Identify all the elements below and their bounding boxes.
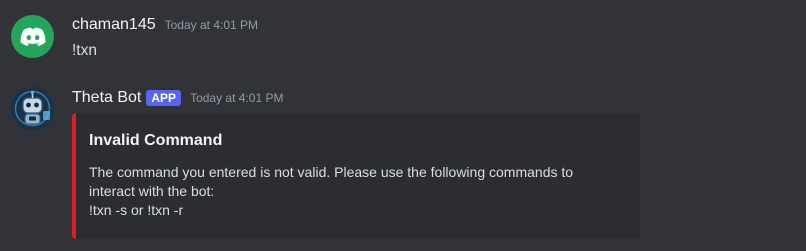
embed-description: The command you entered is not valid. Pl…	[89, 163, 619, 220]
message-content: !txn	[72, 42, 97, 59]
user-avatar[interactable]	[11, 15, 54, 58]
bot-avatar[interactable]	[11, 87, 54, 130]
embed-card: Invalid Command The command you entered …	[72, 113, 640, 239]
embed-title: Invalid Command	[89, 132, 223, 149]
discord-logo-icon	[20, 27, 45, 46]
app-badge: APP	[146, 90, 182, 106]
message-header: chaman145 Today at 4:01 PM	[72, 16, 258, 34]
embed-description-line: interact with the bot:	[89, 183, 215, 199]
username[interactable]: Theta Bot	[72, 89, 141, 107]
robot-icon	[11, 87, 54, 130]
embed-description-line: !txn -s or !txn -r	[89, 202, 184, 218]
message-header: Theta Bot APP Today at 4:01 PM	[72, 89, 283, 107]
message-timestamp[interactable]: Today at 4:01 PM	[165, 18, 258, 32]
username[interactable]: chaman145	[72, 16, 156, 34]
message-timestamp[interactable]: Today at 4:01 PM	[190, 91, 283, 105]
chat-messages: chaman145 Today at 4:01 PM !txn Theta Bo…	[0, 0, 806, 251]
embed-description-line: The command you entered is not valid. Pl…	[89, 164, 574, 180]
